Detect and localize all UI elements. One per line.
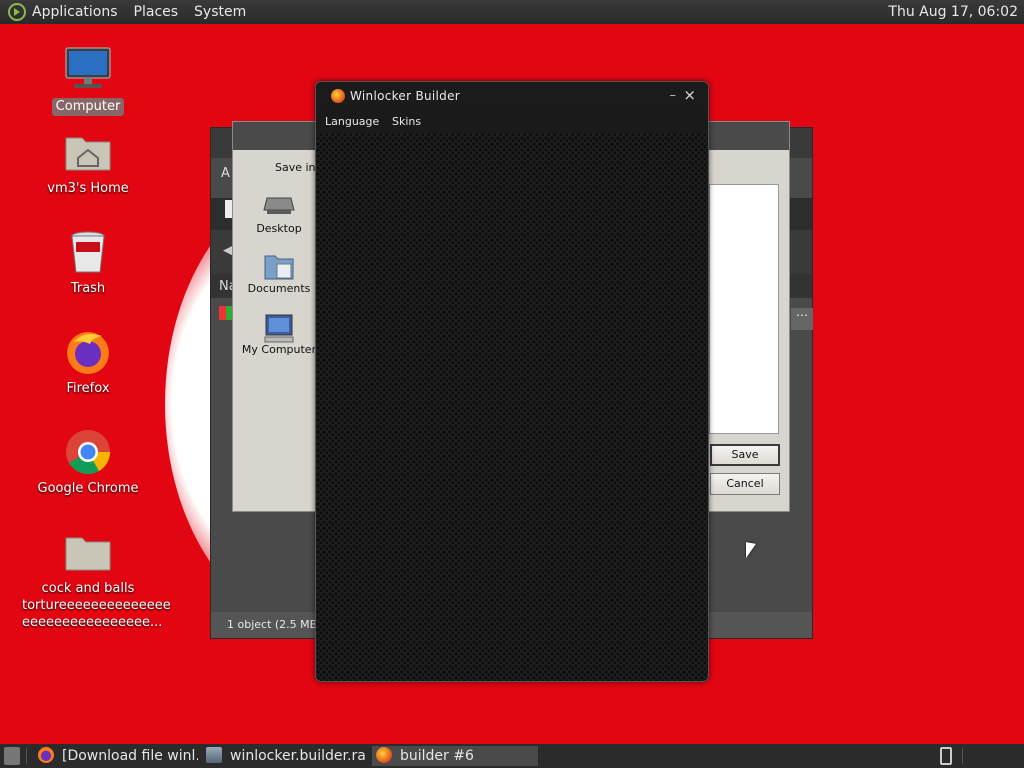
desktop-icon-firefox[interactable]: Firefox bbox=[18, 328, 158, 398]
taskbar-separator bbox=[26, 748, 27, 764]
trash-icon bbox=[64, 228, 112, 276]
menu-language[interactable]: Language bbox=[325, 115, 379, 128]
menu-skins[interactable]: Skins bbox=[392, 115, 421, 128]
menu-system[interactable]: System bbox=[194, 4, 246, 20]
cancel-button[interactable]: Cancel bbox=[710, 473, 780, 495]
winlocker-menubar: Language Skins bbox=[316, 110, 708, 134]
file-list[interactable] bbox=[709, 184, 779, 434]
desktop-icon-label: Computer bbox=[51, 98, 125, 116]
overflow-icon[interactable]: ⋯ bbox=[791, 308, 813, 330]
taskbar-item-firefox[interactable]: [Download file winl… bbox=[38, 746, 198, 766]
save-in-label: Save in: bbox=[275, 161, 320, 174]
desktop-icon-label: Firefox bbox=[66, 381, 110, 396]
menu-applications[interactable]: Applications bbox=[32, 4, 118, 20]
place-label: Desktop bbox=[256, 222, 302, 235]
taskbar-item-builder[interactable]: builder #6 bbox=[372, 746, 538, 766]
winlocker-builder-window: Winlocker Builder – × Language Skins bbox=[315, 81, 709, 682]
minimize-icon[interactable]: – bbox=[670, 88, 677, 103]
file-type-icon bbox=[219, 306, 233, 320]
desktop-icon-chrome[interactable]: Google Chrome bbox=[18, 428, 158, 498]
desktop-icon-folder[interactable]: cock and balls tortureeeeeeeeeeeeee eeee… bbox=[18, 528, 171, 632]
folder-icon bbox=[64, 528, 112, 576]
archive-icon bbox=[206, 747, 222, 763]
desktop-icon-label: vm3's Home bbox=[47, 181, 129, 196]
distro-logo-icon[interactable] bbox=[8, 3, 26, 21]
taskbar-item-archive[interactable]: winlocker.builder.ra… bbox=[206, 746, 366, 766]
taskbar-item-label: builder #6 bbox=[400, 748, 474, 764]
place-desktop[interactable]: Desktop bbox=[239, 192, 319, 235]
chrome-icon bbox=[64, 428, 112, 476]
desktop-place-icon bbox=[263, 192, 295, 218]
desktop-icon-label: Google Chrome bbox=[37, 481, 139, 496]
taskbar-separator bbox=[962, 748, 963, 764]
menu-places[interactable]: Places bbox=[134, 4, 179, 20]
winlocker-titlebar[interactable]: Winlocker Builder – × bbox=[316, 82, 708, 110]
computer-icon bbox=[64, 46, 112, 94]
top-panel: Applications Places System Thu Aug 17, 0… bbox=[0, 0, 1024, 24]
place-documents[interactable]: Documents bbox=[239, 252, 319, 295]
taskbar-item-label: winlocker.builder.ra… bbox=[230, 748, 366, 764]
documents-place-icon bbox=[263, 252, 295, 280]
home-folder-icon bbox=[64, 128, 112, 176]
firefox-icon bbox=[64, 328, 112, 376]
desktop-icon-label: Trash bbox=[70, 281, 106, 296]
file-manager-label-a: A bbox=[221, 166, 230, 181]
winlocker-icon bbox=[376, 747, 392, 763]
bottom-taskbar: [Download file winl… winlocker.builder.r… bbox=[0, 744, 1024, 768]
my-computer-place-icon bbox=[263, 313, 295, 343]
place-my-computer[interactable]: My Computer bbox=[239, 313, 319, 356]
desktop-icon-label-line: eeeeeeeeeeeeeeee... bbox=[22, 615, 163, 630]
trash-applet-icon[interactable] bbox=[940, 747, 952, 765]
window-title: Winlocker Builder bbox=[350, 89, 461, 103]
close-icon[interactable]: × bbox=[683, 86, 696, 104]
desktop-icon-label-line: cock and balls bbox=[41, 581, 135, 596]
firefox-icon bbox=[38, 747, 54, 763]
desktop-icon-trash[interactable]: Trash bbox=[18, 228, 158, 298]
desktop-icon-home[interactable]: vm3's Home bbox=[18, 128, 158, 198]
save-button[interactable]: Save bbox=[710, 444, 780, 466]
place-label: Documents bbox=[247, 282, 311, 295]
panel-clock[interactable]: Thu Aug 17, 06:02 bbox=[888, 4, 1018, 20]
winlocker-app-icon bbox=[331, 89, 345, 103]
desktop-icon-computer[interactable]: Computer bbox=[18, 46, 158, 116]
show-desktop-icon[interactable] bbox=[4, 747, 20, 765]
taskbar-item-label: [Download file winl… bbox=[62, 748, 198, 764]
mouse-cursor-icon bbox=[746, 542, 756, 560]
desktop-icon-label-line: tortureeeeeeeeeeeeee bbox=[22, 598, 171, 613]
